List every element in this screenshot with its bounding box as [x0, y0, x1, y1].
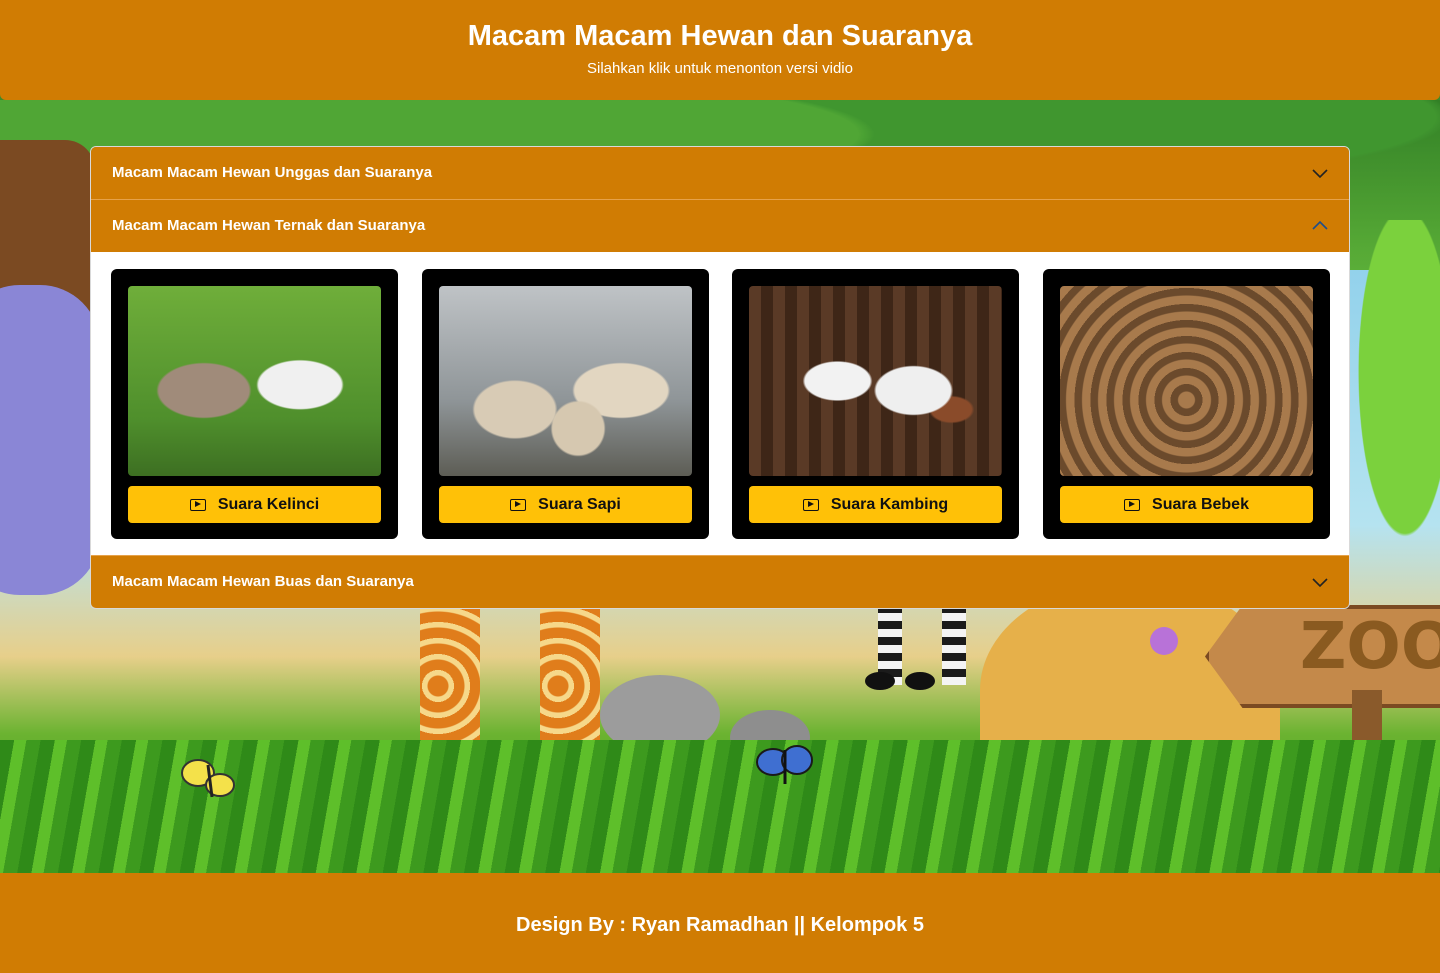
- footer-credit: Design By : Ryan Ramadhan || Kelompok 5: [516, 914, 924, 936]
- zoo-sign-text: ZOO: [1300, 610, 1440, 684]
- chevron-down-icon: [1312, 578, 1328, 588]
- play-duck-sound-button[interactable]: Suara Bebek: [1060, 486, 1313, 523]
- zebra-hoof: [905, 672, 935, 690]
- page-header: Macam Macam Hewan dan Suaranya Silahkan …: [0, 0, 1440, 100]
- goat-photo: [749, 286, 1002, 476]
- duck-photo: [1060, 286, 1313, 476]
- accordion-header-label: Macam Macam Hewan Ternak dan Suaranya: [112, 217, 426, 234]
- purple-rock: [0, 285, 100, 595]
- flower: [1150, 627, 1178, 655]
- blue-butterfly-icon: [756, 745, 813, 784]
- rabbit-photo: [128, 286, 381, 476]
- animal-card-cow: Suara Sapi: [422, 269, 709, 539]
- play-video-icon: [510, 498, 527, 511]
- accordion-header-unggas[interactable]: Macam Macam Hewan Unggas dan Suaranya: [91, 147, 1349, 200]
- chevron-down-icon: [1312, 169, 1328, 179]
- play-video-icon: [1124, 498, 1141, 511]
- button-label: Suara Kelinci: [217, 495, 320, 513]
- page-title: Macam Macam Hewan dan Suaranya: [467, 20, 973, 52]
- accordion-header-buas[interactable]: Macam Macam Hewan Buas dan Suaranya: [91, 555, 1349, 608]
- accordion-header-label: Macam Macam Hewan Buas dan Suaranya: [112, 573, 414, 590]
- play-goat-sound-button[interactable]: Suara Kambing: [749, 486, 1002, 523]
- button-label: Suara Kambing: [830, 495, 949, 513]
- chevron-up-icon: [1312, 220, 1328, 230]
- play-cow-sound-button[interactable]: Suara Sapi: [439, 486, 692, 523]
- button-label: Suara Bebek: [1152, 495, 1249, 513]
- accordion-panel-ternak: Suara Kelinci Suara Sapi Suara Kambing S…: [91, 252, 1349, 555]
- leaves: [1340, 220, 1440, 600]
- button-label: Suara Sapi: [538, 495, 621, 513]
- zebra-leg: [942, 605, 966, 685]
- yellow-butterfly-icon: [181, 759, 235, 798]
- page-subtitle: Silahkan klik untuk menonton versi vidio: [587, 60, 853, 77]
- accordion-header-ternak[interactable]: Macam Macam Hewan Ternak dan Suaranya: [91, 200, 1349, 252]
- play-rabbit-sound-button[interactable]: Suara Kelinci: [128, 486, 381, 523]
- zebra-hoof: [865, 672, 895, 690]
- cow-photo: [439, 286, 692, 476]
- page-footer: Design By : Ryan Ramadhan || Kelompok 5: [0, 873, 1440, 973]
- animal-accordion: Macam Macam Hewan Unggas dan Suaranya Ma…: [90, 146, 1350, 609]
- animal-card-duck: Suara Bebek: [1043, 269, 1330, 539]
- accordion-header-label: Macam Macam Hewan Unggas dan Suaranya: [112, 164, 433, 181]
- animal-card-goat: Suara Kambing: [732, 269, 1019, 539]
- play-video-icon: [802, 498, 819, 511]
- animal-card-rabbit: Suara Kelinci: [111, 269, 398, 539]
- play-video-icon: [189, 498, 206, 511]
